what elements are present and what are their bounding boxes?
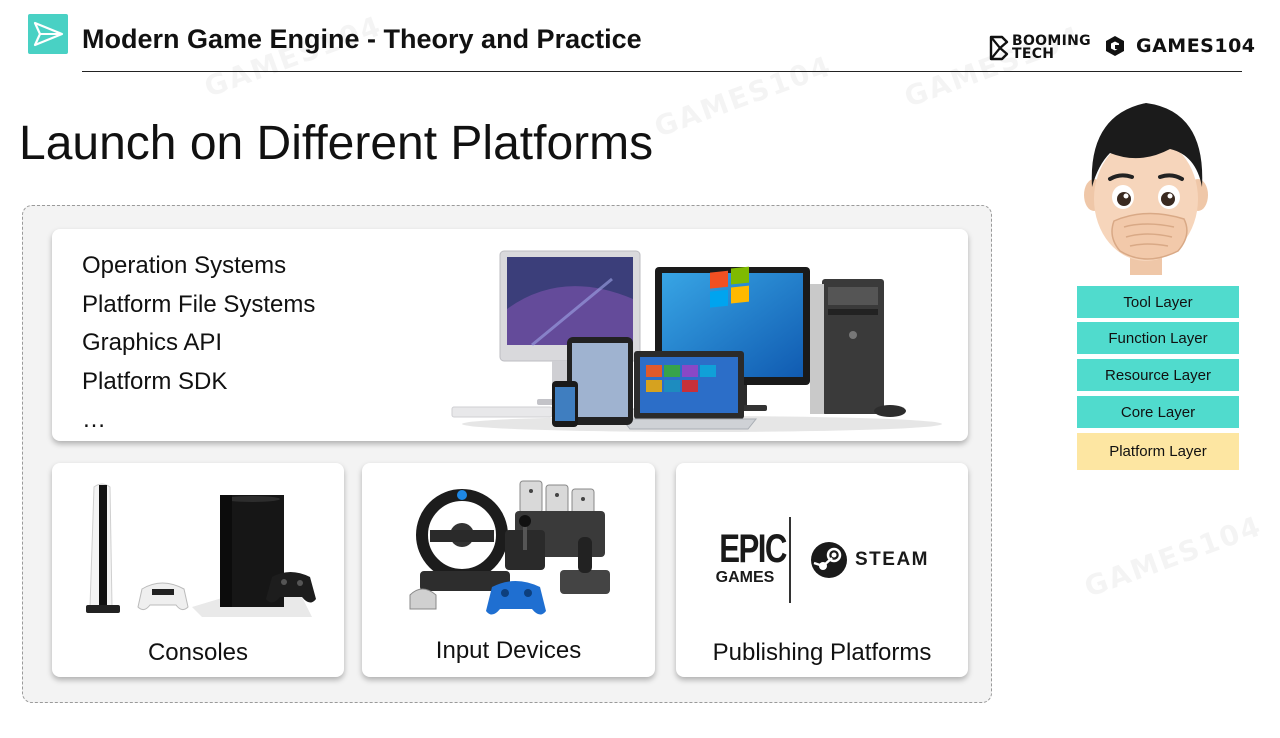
- laptop-icon: [620, 351, 758, 430]
- tech-text: TECH: [1012, 46, 1055, 62]
- games104-text: GAMES104: [1136, 35, 1256, 57]
- logo-divider: [789, 517, 791, 603]
- list-item: Graphics API: [82, 329, 223, 356]
- send-logo-icon: [28, 14, 68, 54]
- steam-text: STEAM: [855, 549, 929, 570]
- layer-core: Core Layer: [1077, 396, 1239, 428]
- steam-logo: STEAM: [810, 541, 929, 579]
- gamepad-icon: [486, 581, 546, 615]
- games104-logo: GAMES104: [1104, 32, 1256, 60]
- layer-label: Resource Layer: [1105, 366, 1211, 384]
- os-card: Operation Systems Platform File Systems …: [52, 229, 968, 441]
- epic-text: EPIC: [719, 527, 787, 571]
- booming-tech-icon: [989, 35, 1009, 61]
- input-devices-illustration: [409, 480, 610, 615]
- layer-function: Function Layer: [1077, 322, 1239, 354]
- list-item: Platform File Systems: [82, 290, 316, 318]
- layer-resource: Resource Layer: [1077, 359, 1239, 391]
- platform-feature-list: Operation Systems Platform File Systems …: [82, 247, 315, 440]
- list-item: Platform SDK: [82, 367, 228, 395]
- computers-illustration: [451, 250, 942, 432]
- layer-platform: Platform Layer: [1077, 433, 1239, 470]
- consoles-label: Consoles: [147, 639, 249, 666]
- input-devices-label: Input Devices: [435, 637, 582, 664]
- phone-icon: [552, 381, 578, 427]
- avatar-illustration: [1084, 103, 1208, 275]
- watermark: GAMES104: [650, 49, 836, 144]
- header-title: Modern Game Engine - Theory and Practice: [82, 24, 642, 54]
- pc-tower-icon: [810, 279, 884, 414]
- list-item: …: [82, 406, 106, 433]
- games-g-icon: [1106, 36, 1124, 56]
- consoles-card: Consoles: [52, 463, 344, 677]
- steering-wheel-icon: [416, 489, 510, 591]
- layer-tool: Tool Layer: [1077, 286, 1239, 318]
- layer-label: Function Layer: [1108, 329, 1208, 347]
- booming-tech-logo: BOOMING TECH: [988, 32, 1091, 64]
- watermark: GAMES104: [1080, 509, 1266, 604]
- games-text: GAMES: [715, 569, 775, 586]
- layer-label: Core Layer: [1120, 403, 1196, 421]
- page-title: Launch on Different Platforms: [19, 117, 654, 170]
- publishing-card: EPIC GAMES STEAM Publishing Platforms: [676, 463, 968, 677]
- list-item: Operation Systems: [82, 252, 287, 279]
- epic-games-logo: EPIC GAMES: [712, 527, 788, 587]
- consoles-illustration: [86, 483, 316, 617]
- publishing-label: Publishing Platforms: [712, 639, 932, 666]
- layer-label: Tool Layer: [1123, 293, 1193, 311]
- header-divider: [82, 71, 1242, 72]
- ps5-icon: [86, 483, 120, 613]
- controller-icon: [137, 582, 189, 611]
- layer-label: Platform Layer: [1109, 443, 1207, 460]
- steam-icon: [811, 542, 847, 578]
- input-devices-card: Input Devices: [362, 463, 655, 677]
